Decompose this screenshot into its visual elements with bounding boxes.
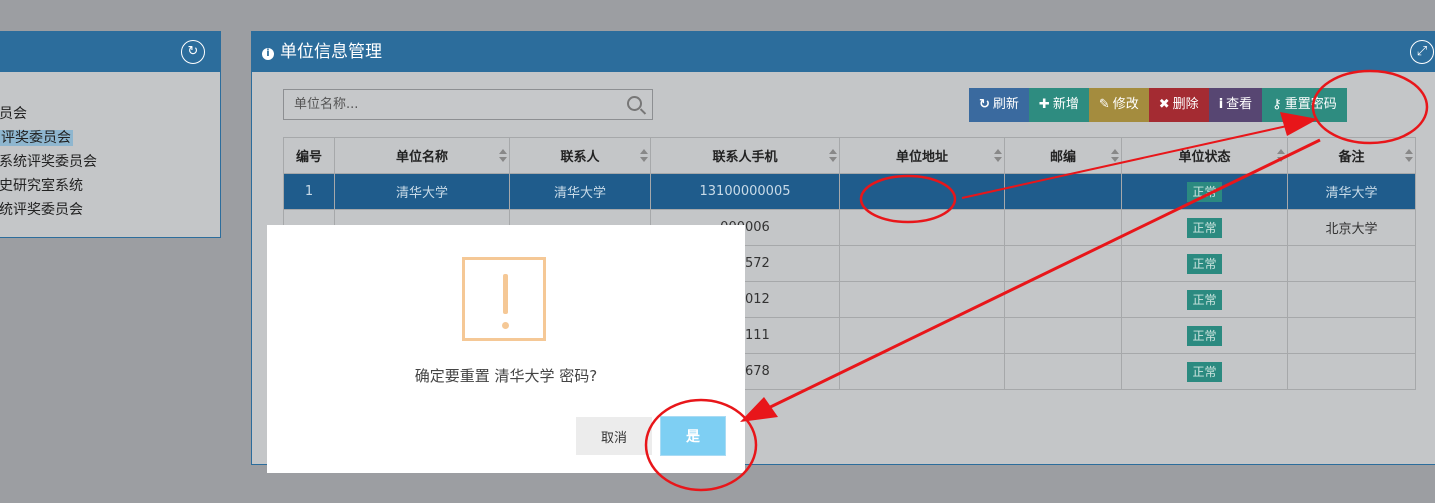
unit-management-header: i 单位信息管理 ⤢: [252, 32, 1435, 72]
cell-zip: [1004, 281, 1122, 318]
cell-phone: 13100000005: [650, 173, 840, 210]
edit-icon: ✎: [1098, 97, 1110, 112]
cell-zip: [1004, 209, 1122, 246]
cell-remark: 清华大学: [1287, 173, 1416, 210]
cell-remark: 北京大学: [1287, 209, 1416, 246]
tree-item[interactable]: 统评奖委员会: [0, 198, 97, 222]
close-icon: ✖: [1158, 97, 1170, 112]
cell-zip: [1004, 245, 1122, 282]
cell-id: 1: [283, 173, 335, 210]
cell-remark: [1287, 353, 1416, 390]
plus-icon: ✚: [1038, 97, 1050, 112]
tree-item[interactable]: 员会: [0, 102, 97, 126]
cell-address: [839, 317, 1005, 354]
unit-name-search-input[interactable]: [284, 90, 614, 119]
add-button[interactable]: ✚ 新增: [1028, 88, 1089, 122]
cell-status: 正常: [1121, 281, 1288, 318]
cell-zip: [1004, 173, 1122, 210]
search-icon[interactable]: [627, 96, 642, 111]
column-header[interactable]: 编号: [283, 137, 335, 174]
search-box: [283, 89, 653, 120]
cell-status: 正常: [1121, 173, 1288, 210]
cell-remark: [1287, 317, 1416, 354]
column-header[interactable]: 联系人: [509, 137, 651, 174]
warning-icon-dot: [502, 322, 509, 329]
tree-item[interactable]: 系统评奖委员会: [0, 150, 97, 174]
key-icon: ⚷: [1272, 97, 1282, 112]
info-icon: i: [262, 48, 274, 60]
cell-status: 正常: [1121, 317, 1288, 354]
confirm-button[interactable]: 是: [660, 416, 726, 456]
column-header[interactable]: 联系人手机: [650, 137, 840, 174]
dialog-message: 确定要重置 清华大学 密码?: [414, 367, 598, 385]
delete-button[interactable]: ✖ 删除: [1148, 88, 1209, 122]
cell-status: 正常: [1121, 245, 1288, 282]
cell-zip: [1004, 317, 1122, 354]
view-button[interactable]: i 查看: [1208, 88, 1263, 122]
cell-address: [839, 353, 1005, 390]
tree-item[interactable]: 史研究室系统: [0, 174, 97, 198]
expand-icon[interactable]: ⤢: [1410, 40, 1434, 64]
warning-icon: [462, 257, 546, 341]
reset-password-button[interactable]: ⚷ 重置密码: [1262, 88, 1347, 122]
warning-icon-bar: [503, 274, 508, 314]
status-badge: 正常: [1187, 289, 1222, 310]
table-header-row: 编号 单位名称 联系人 联系人手机 单位地址 邮编 单位状态 备注: [283, 137, 1416, 174]
refresh-icon: ↻: [979, 97, 990, 112]
cell-status: 正常: [1121, 353, 1288, 390]
edit-button[interactable]: ✎ 修改: [1088, 88, 1149, 122]
cell-remark: [1287, 281, 1416, 318]
cell-address: [839, 173, 1005, 210]
cell-address: [839, 245, 1005, 282]
column-header[interactable]: 备注: [1287, 137, 1416, 174]
unit-tree: 员会 评奖委员会 系统评奖委员会 史研究室系统 统评奖委员会: [0, 102, 97, 222]
column-header[interactable]: 单位名称: [334, 137, 510, 174]
tree-item-selected[interactable]: 评奖委员会: [0, 126, 97, 150]
unit-tree-panel-header: ↻: [0, 32, 220, 72]
cell-contact: 清华大学: [509, 173, 651, 210]
cell-status: 正常: [1121, 209, 1288, 246]
status-badge: 正常: [1187, 361, 1222, 382]
status-badge: 正常: [1187, 217, 1222, 238]
cell-name: 清华大学: [334, 173, 510, 210]
cancel-button[interactable]: 取消: [576, 417, 652, 455]
column-header[interactable]: 邮编: [1004, 137, 1122, 174]
cell-zip: [1004, 353, 1122, 390]
panel-title-text: 单位信息管理: [280, 42, 382, 62]
refresh-button[interactable]: ↻ 刷新: [969, 88, 1029, 122]
toolbar: ↻ 刷新 ✚ 新增 ✎ 修改 ✖ 删除 i 查看 ⚷ 重置密码: [969, 88, 1347, 122]
unit-tree-panel: ↻ 员会 评奖委员会 系统评奖委员会 史研究室系统 统评奖委员会: [0, 31, 221, 238]
status-badge: 正常: [1187, 325, 1222, 346]
refresh-tree-icon[interactable]: ↻: [181, 40, 205, 64]
confirm-dialog: 确定要重置 清华大学 密码? 取消 是: [267, 225, 745, 473]
info-icon: i: [1218, 97, 1224, 112]
cell-remark: [1287, 245, 1416, 282]
status-badge: 正常: [1187, 181, 1222, 202]
cell-address: [839, 209, 1005, 246]
table-row-selected[interactable]: 1 清华大学 清华大学 13100000005 正常 清华大学: [283, 173, 1416, 210]
panel-title: i 单位信息管理: [262, 32, 382, 72]
cell-address: [839, 281, 1005, 318]
column-header[interactable]: 单位状态: [1121, 137, 1288, 174]
column-header[interactable]: 单位地址: [839, 137, 1005, 174]
status-badge: 正常: [1187, 253, 1222, 274]
